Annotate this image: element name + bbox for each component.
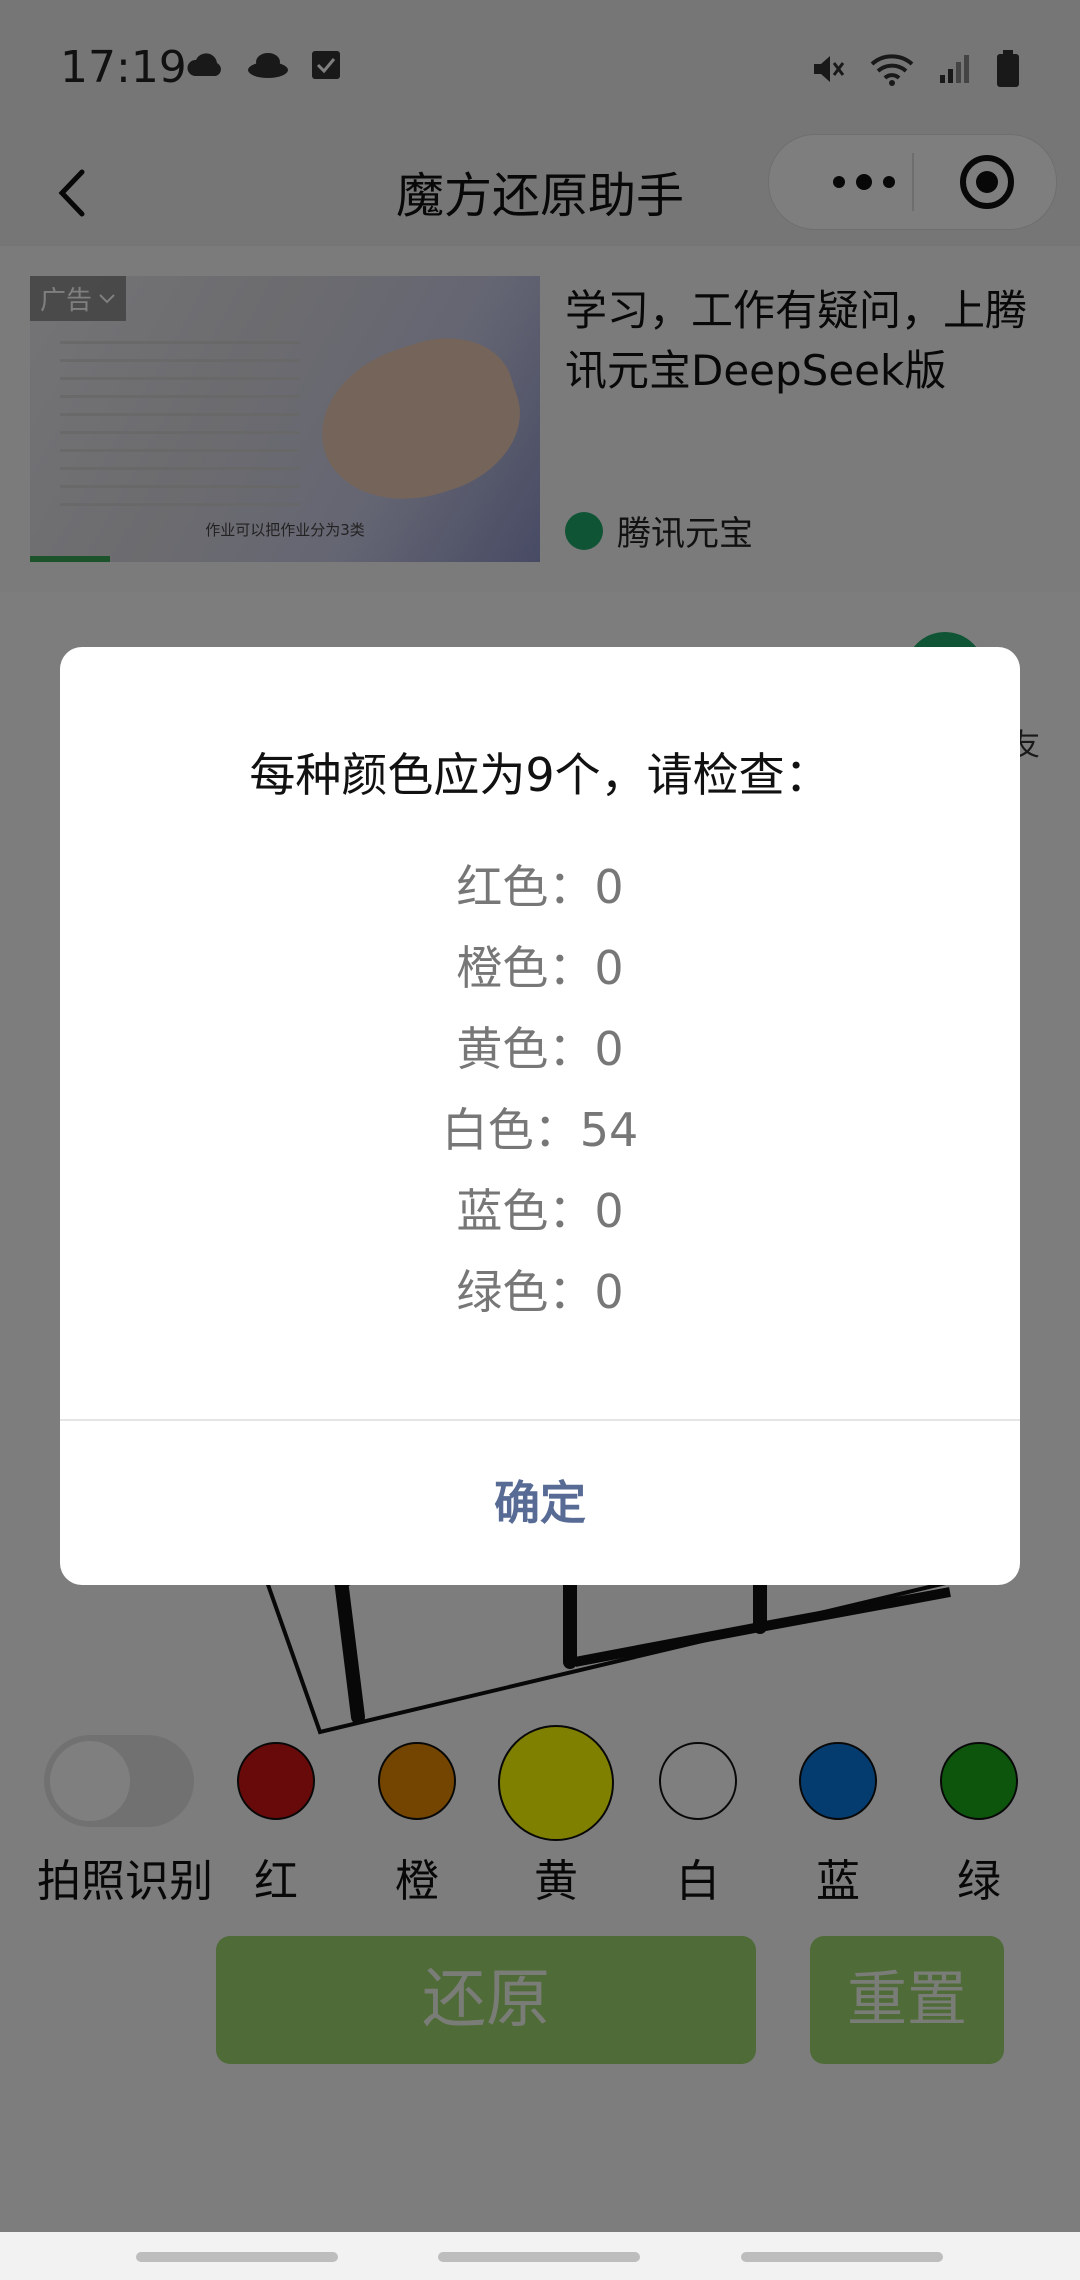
- confirm-button[interactable]: 确定: [60, 1421, 1020, 1585]
- color-count-list: 红色：0 橙色：0 黄色：0 白色：54 蓝色：0 绿色：0: [60, 847, 1020, 1333]
- dialog-title: 每种颜色应为9个，请检查：: [249, 748, 831, 802]
- color-count-green: 绿色：0: [456, 1265, 624, 1319]
- nav-recent-bar[interactable]: [136, 2252, 338, 2262]
- color-count-white: 白色：54: [441, 1103, 639, 1157]
- color-count-yellow: 黄色：0: [456, 1022, 624, 1076]
- nav-back-bar[interactable]: [741, 2252, 943, 2262]
- color-count-orange: 橙色：0: [456, 941, 624, 995]
- color-count-blue: 蓝色：0: [456, 1184, 624, 1238]
- color-check-dialog: 每种颜色应为9个，请检查： 红色：0 橙色：0 黄色：0 白色：54 蓝色：0 …: [60, 647, 1020, 1585]
- nav-home-bar[interactable]: [438, 2252, 640, 2262]
- color-count-red: 红色：0: [456, 860, 624, 914]
- system-nav-bar: [0, 2232, 1080, 2280]
